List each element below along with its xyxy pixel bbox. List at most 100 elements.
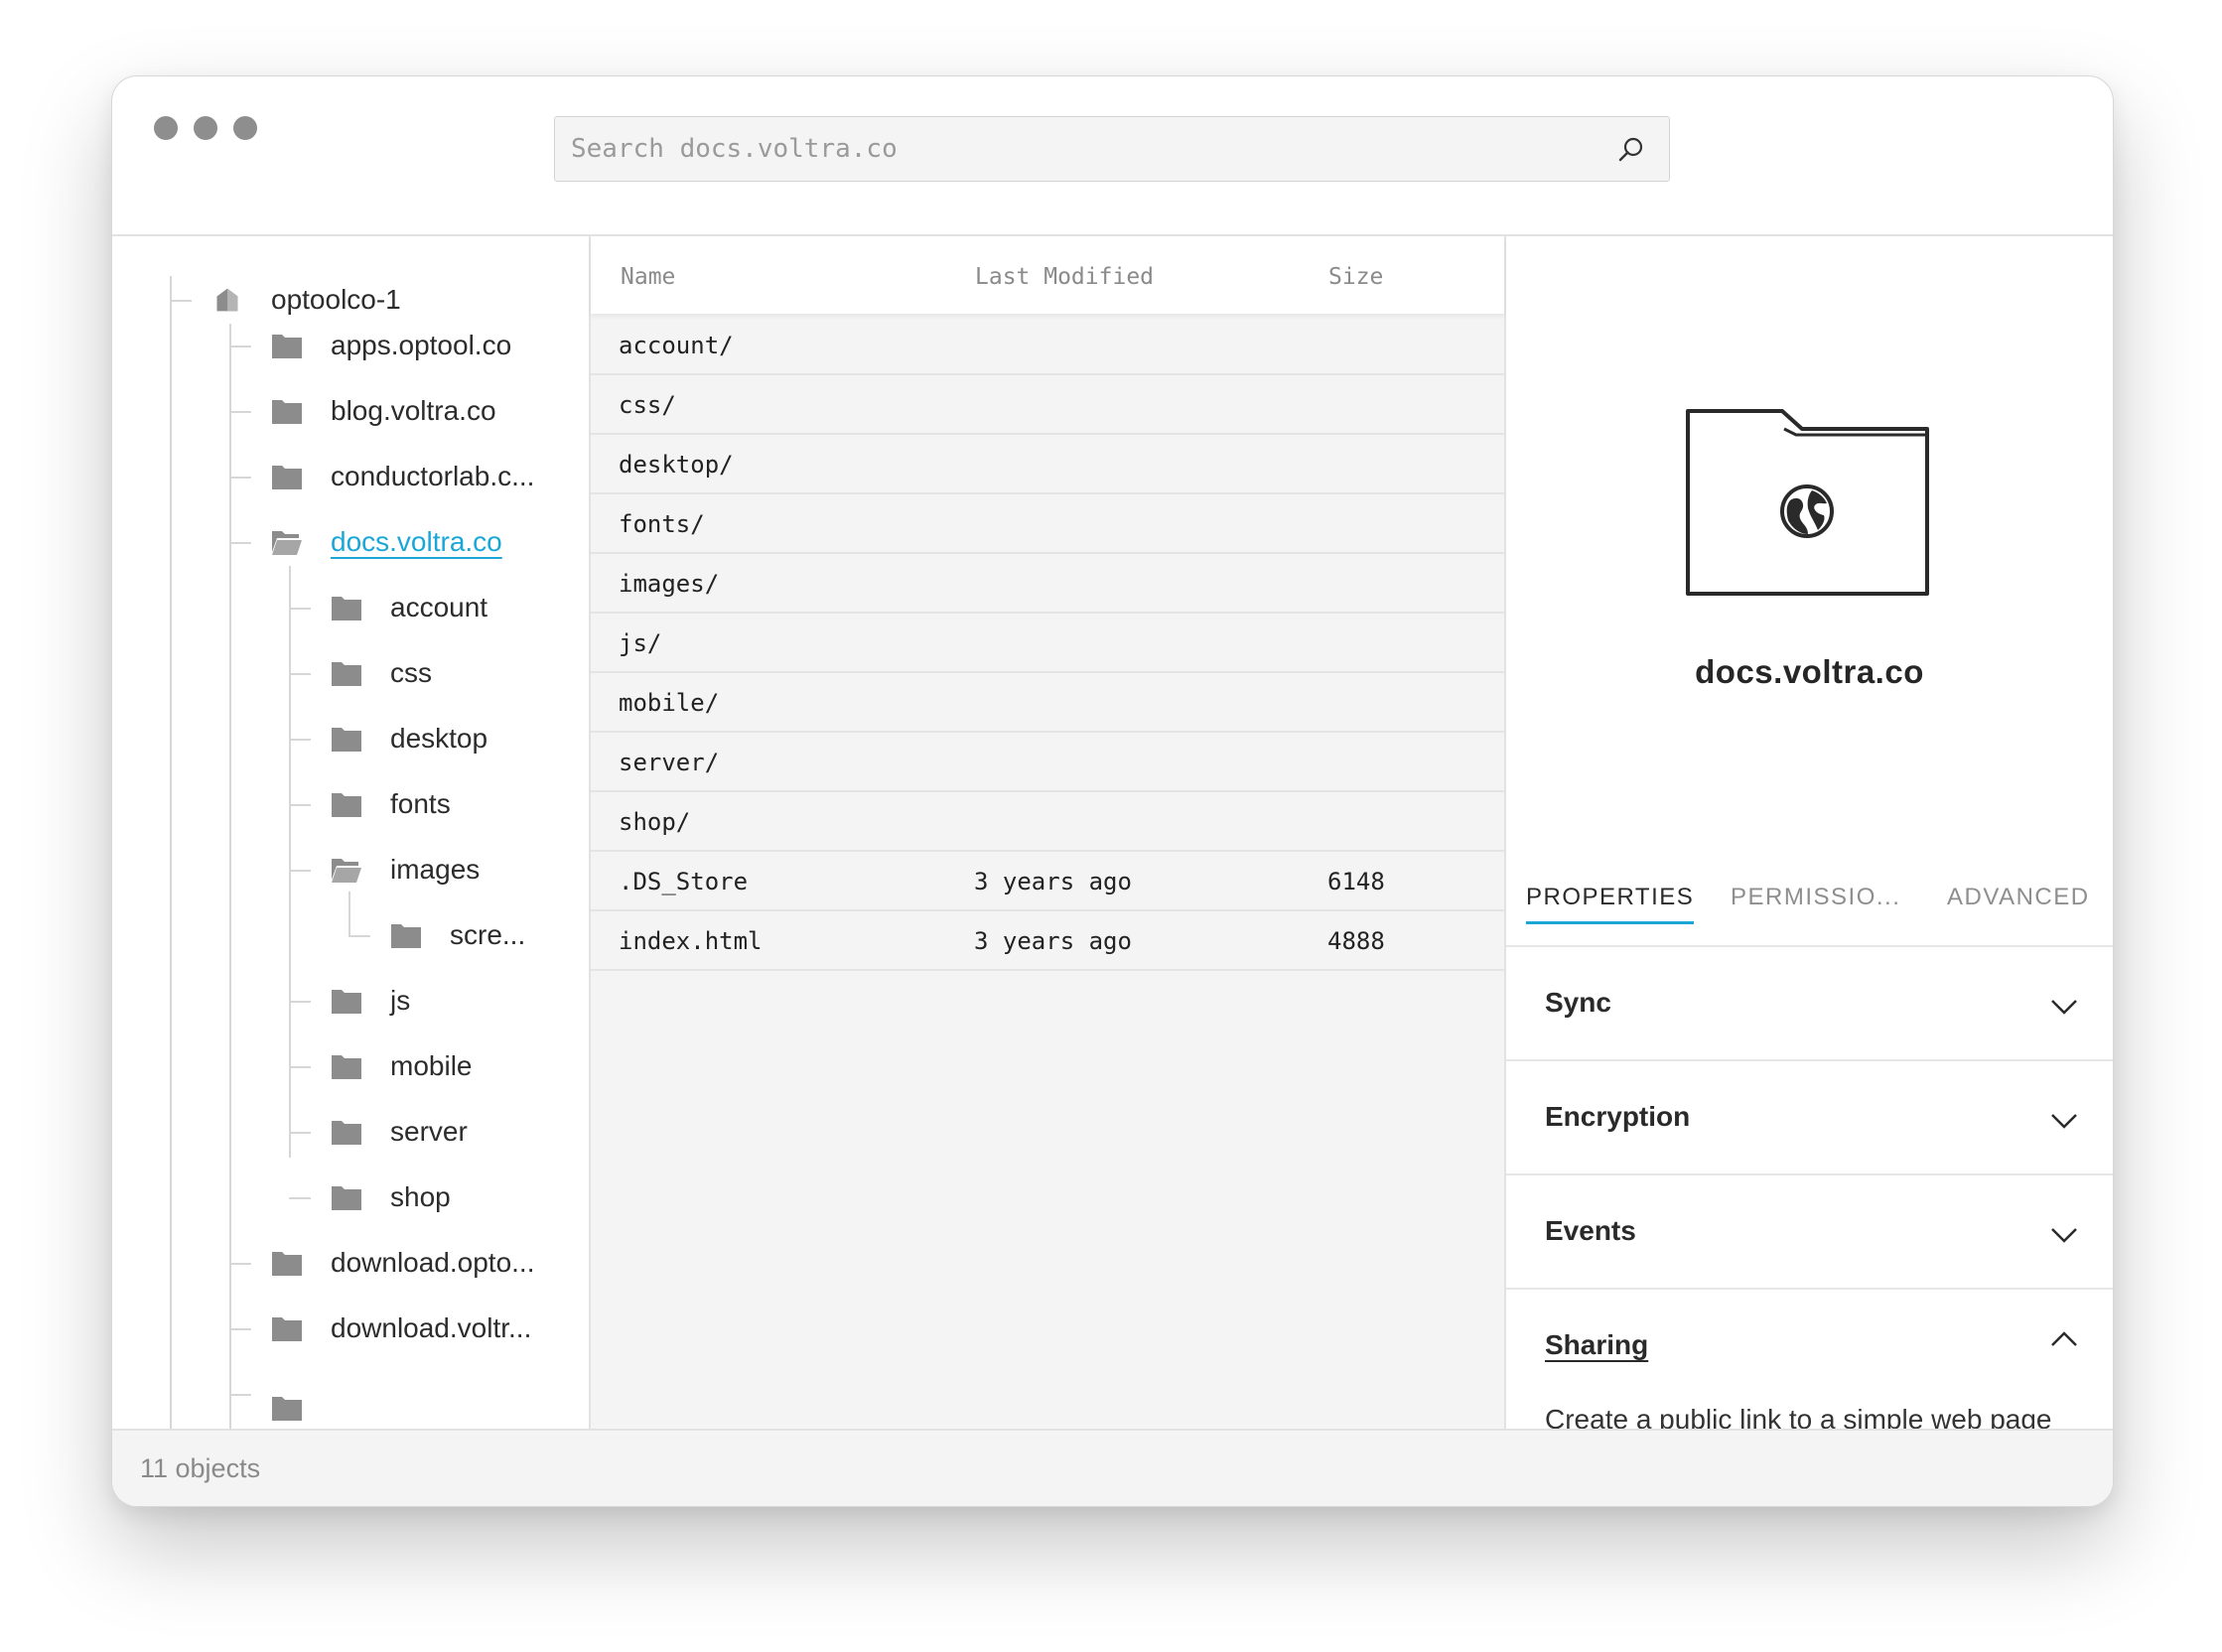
section-sharing-title: Sharing (1545, 1329, 1649, 1360)
row-name: account/ (619, 332, 734, 359)
folder-icon (332, 728, 361, 752)
folder-icon (332, 990, 361, 1014)
table-row[interactable]: mobile/ (591, 673, 1504, 733)
file-list: Name Last Modified Size account/ css/ de… (591, 236, 1506, 1429)
folder-icon (272, 335, 302, 358)
tree-item-conductorlab[interactable]: conductorlab.c... (271, 457, 534, 496)
tree-item-apps-optool[interactable]: apps.optool.co (271, 326, 511, 365)
folder-globe-icon (1686, 409, 1929, 596)
row-modified: 3 years ago (974, 868, 1132, 895)
row-name: images/ (619, 570, 720, 598)
chevron-up-icon (2051, 1331, 2077, 1346)
table-row[interactable]: shop/ (591, 792, 1504, 852)
table-row[interactable]: js/ (591, 614, 1504, 673)
tree-root[interactable]: optoolco-1 (211, 280, 401, 320)
tree-item-account[interactable]: account (331, 588, 487, 627)
tree-item-docs-voltra[interactable]: docs.voltra.co (271, 522, 502, 562)
row-name: shop/ (619, 808, 691, 836)
folder-icon (272, 400, 302, 424)
tree-item-partial[interactable] (271, 1388, 331, 1428)
tree-item-screenshots[interactable]: scre... (390, 915, 525, 955)
tree-item-label: conductorlab.c... (331, 461, 535, 491)
column-last-modified[interactable]: Last Modified (975, 264, 1154, 290)
row-size: 6148 (1327, 868, 1385, 895)
file-list-header: Name Last Modified Size (591, 236, 1504, 314)
column-name[interactable]: Name (621, 264, 675, 290)
table-row[interactable]: desktop/ (591, 435, 1504, 494)
tree-item-label: js (390, 985, 411, 1016)
details-tabs: PROPERTIES PERMISSIO... ADVANCED (1506, 882, 2113, 947)
row-name: index.html (619, 927, 763, 955)
folder-icon (332, 1186, 361, 1210)
tree-item-label: scre... (450, 919, 526, 950)
column-size[interactable]: Size (1328, 264, 1383, 290)
tree-root-label: optoolco-1 (271, 284, 401, 315)
tree-item-label: docs.voltra.co (331, 526, 502, 557)
title-bar (112, 76, 2113, 236)
row-modified: 3 years ago (974, 927, 1132, 955)
tree-item-label: server (390, 1116, 468, 1147)
table-row[interactable]: index.html 3 years ago 4888 (591, 911, 1504, 971)
tree-item-fonts[interactable]: fonts (331, 784, 451, 824)
window-controls (154, 116, 257, 140)
tree-item-shop[interactable]: shop (331, 1177, 451, 1217)
search-icon[interactable] (1615, 134, 1647, 166)
tree-item-download-optool[interactable]: download.opto... (271, 1243, 535, 1283)
section-sync[interactable]: Sync (1506, 947, 2113, 1061)
section-events-title: Events (1545, 1215, 1636, 1246)
folder-icon (272, 1397, 302, 1421)
section-encryption[interactable]: Encryption (1506, 1061, 2113, 1175)
tab-properties[interactable]: PROPERTIES (1526, 884, 1695, 924)
folder-open-icon (332, 859, 361, 883)
close-window-button[interactable] (154, 116, 178, 140)
tab-permissions[interactable]: PERMISSIO... (1731, 884, 1900, 921)
row-name: fonts/ (619, 510, 705, 538)
tree-item-label: desktop (390, 723, 488, 754)
row-name: js/ (619, 629, 662, 657)
section-sharing[interactable]: Sharing (1506, 1290, 2113, 1402)
tree-item-download-voltra[interactable]: download.voltr... (271, 1308, 531, 1348)
search-box (554, 116, 1670, 182)
tree-item-label: fonts (390, 788, 451, 819)
tree-item-blog-voltra[interactable]: blog.voltra.co (271, 391, 496, 431)
folder-icon (332, 1055, 361, 1079)
tree-item-js[interactable]: js (331, 981, 410, 1021)
maximize-window-button[interactable] (233, 116, 257, 140)
tab-advanced[interactable]: ADVANCED (1947, 884, 2090, 921)
minimize-window-button[interactable] (194, 116, 217, 140)
folder-icon (272, 1252, 302, 1276)
tree-item-label: shop (390, 1181, 451, 1212)
chevron-down-icon (2051, 1000, 2077, 1015)
folder-icon (332, 793, 361, 817)
app-window: optoolco-1 apps.optool.co blog.voltra.co… (111, 75, 2114, 1507)
table-row[interactable]: .DS_Store 3 years ago 6148 (591, 852, 1504, 911)
section-encryption-title: Encryption (1545, 1101, 1691, 1132)
row-name: .DS_Store (619, 868, 749, 895)
bucket-icon (216, 288, 238, 312)
chevron-down-icon (2051, 1228, 2077, 1243)
tree-item-css[interactable]: css (331, 653, 432, 693)
folder-icon (332, 1121, 361, 1145)
tree-item-label: mobile (390, 1050, 473, 1081)
object-count: 11 objects (140, 1453, 261, 1483)
folder-tree: optoolco-1 apps.optool.co blog.voltra.co… (112, 236, 591, 1429)
tree-item-desktop[interactable]: desktop (331, 719, 487, 758)
row-name: mobile/ (619, 689, 720, 717)
table-row[interactable]: server/ (591, 733, 1504, 792)
tree-item-label: download.opto... (331, 1247, 535, 1278)
tree-item-images[interactable]: images (331, 850, 480, 890)
tree-item-mobile[interactable]: mobile (331, 1046, 472, 1086)
table-row[interactable]: fonts/ (591, 494, 1504, 554)
table-row[interactable]: css/ (591, 375, 1504, 435)
sharing-description: Create a public link to a simple web pag… (1545, 1404, 2052, 1429)
table-row[interactable]: account/ (591, 316, 1504, 375)
row-name: server/ (619, 749, 720, 776)
section-events[interactable]: Events (1506, 1175, 2113, 1290)
tree-item-server[interactable]: server (331, 1112, 468, 1152)
search-input[interactable] (555, 117, 1669, 181)
folder-icon (272, 466, 302, 489)
tree-item-label: css (390, 657, 432, 688)
table-row[interactable]: images/ (591, 554, 1504, 614)
details-panel: docs.voltra.co PROPERTIES PERMISSIO... A… (1506, 236, 2113, 1429)
tree-item-label: download.voltr... (331, 1312, 532, 1343)
